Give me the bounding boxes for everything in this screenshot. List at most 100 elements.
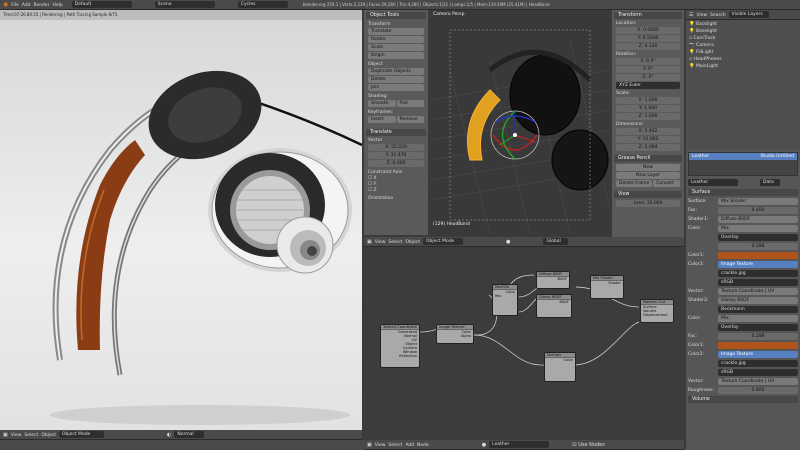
- color1b-swatch[interactable]: [718, 342, 798, 349]
- menu-select[interactable]: Select: [24, 432, 38, 438]
- axis-z-checkbox[interactable]: ☐ Z: [368, 188, 424, 193]
- new-layer-button[interactable]: New Layer: [616, 172, 680, 179]
- surface-header[interactable]: Surface: [688, 189, 798, 196]
- volume-header[interactable]: Volume: [688, 396, 798, 403]
- mode-selector[interactable]: Object Mode: [58, 431, 104, 438]
- node-editor[interactable]: Texture Coordinate Generated Normal UV O…: [364, 247, 684, 440]
- outliner-item[interactable]: 📷 Camera: [689, 43, 797, 50]
- layout-selector[interactable]: Default: [71, 1, 132, 8]
- outliner-item[interactable]: ▫ HeadPhones: [689, 57, 797, 64]
- node-image-texture[interactable]: Image Texture Color Alpha: [436, 324, 474, 344]
- render-view[interactable]: Time:07:26.80.55 | Rendering | Path Trac…: [0, 10, 362, 440]
- node-menu-node[interactable]: Node: [417, 442, 429, 448]
- location-x-field[interactable]: X: 0.0000: [616, 27, 680, 34]
- node-editor-type-icon[interactable]: ▣: [367, 442, 372, 448]
- location-y-field[interactable]: Y: 0.5000: [616, 35, 680, 42]
- delete-frame-button[interactable]: Delete Frame: [616, 180, 653, 187]
- translate-button[interactable]: Translate: [368, 28, 424, 35]
- colorspace2-selector[interactable]: sRGB: [718, 369, 798, 376]
- outliner-item[interactable]: 💡 Backlight: [689, 22, 797, 29]
- viewport-menu-object[interactable]: Object: [405, 239, 420, 245]
- color-mix-selector[interactable]: Mix: [718, 225, 798, 232]
- vector-z-field[interactable]: Z: 0.000: [368, 160, 424, 167]
- menu-add[interactable]: Add: [22, 2, 31, 8]
- distribution-selector[interactable]: Beckmann: [718, 306, 798, 313]
- vector-x-field[interactable]: X: 55.029: [368, 144, 424, 151]
- image-file2-selector[interactable]: crackle.jpg: [718, 360, 798, 367]
- node-mix-shader[interactable]: Mix Shader Shader: [590, 275, 624, 299]
- transform-header[interactable]: Transform: [614, 12, 682, 19]
- rotation-z-field[interactable]: Z: 0°: [616, 74, 680, 81]
- outliner-filter[interactable]: Visible Layers: [728, 11, 769, 18]
- node-menu-select[interactable]: Select: [388, 442, 402, 448]
- tex-coord2-selector[interactable]: Texture Coordinate | UV: [718, 378, 798, 385]
- outliner-menu-view[interactable]: View: [696, 12, 707, 18]
- viewport-editor-type-icon[interactable]: ▣: [367, 239, 372, 245]
- duplicate-button[interactable]: Duplicate Objects: [368, 68, 424, 75]
- flat-button[interactable]: Flat: [396, 100, 424, 107]
- color3-mix-selector[interactable]: Mix: [718, 315, 798, 322]
- fac-field[interactable]: 0.400: [718, 207, 798, 214]
- rotation-x-field[interactable]: X: 6.9°: [616, 58, 680, 65]
- outliner-type-icon[interactable]: ☰: [689, 12, 693, 18]
- rotation-mode-selector[interactable]: XYZ Euler: [616, 82, 680, 89]
- node-diffuse-bsdf[interactable]: Diffuse BSDF BSDF: [536, 271, 570, 289]
- insert-key-button[interactable]: Insert: [368, 116, 396, 123]
- grease-pencil-header[interactable]: Grease Pencil: [614, 155, 682, 162]
- image-file-selector[interactable]: crackle.jpg: [718, 270, 798, 277]
- dimension-y-field[interactable]: Y: 10.062: [616, 136, 680, 143]
- node-texture-coordinate[interactable]: Texture Coordinate Generated Normal UV O…: [380, 324, 420, 368]
- menu-object[interactable]: Object: [41, 432, 56, 438]
- blend-selector[interactable]: Overlay: [718, 234, 798, 241]
- outliner-item[interactable]: 💡 Baselight: [689, 29, 797, 36]
- tex-coord-selector[interactable]: Texture Coordinate | UV: [718, 288, 798, 295]
- axis-x-checkbox[interactable]: ☐ X: [368, 176, 424, 181]
- editor-type-icon[interactable]: ▣: [3, 432, 8, 438]
- color2b-image-texture[interactable]: Image Texture: [718, 351, 798, 358]
- shading-normal-selector[interactable]: Normal: [174, 431, 205, 438]
- outliner-item[interactable]: 💡 MainLight: [689, 64, 797, 71]
- material-name-field[interactable]: Leather: [688, 179, 738, 186]
- node-multiply[interactable]: Multiply Color: [544, 352, 576, 382]
- material-slot-row[interactable]: Leather Studio Untitled: [689, 153, 797, 160]
- node-material-output[interactable]: Material Out Surface Volume Displacement: [640, 299, 674, 323]
- delete-button[interactable]: Delete: [368, 76, 424, 83]
- smooth-button[interactable]: Smooth: [368, 100, 396, 107]
- menu-view[interactable]: View: [11, 432, 22, 438]
- dimension-z-field[interactable]: Z: 2.084: [616, 144, 680, 151]
- location-z-field[interactable]: Z: 4.120: [616, 43, 680, 50]
- rotation-y-field[interactable]: Y: 9°: [616, 66, 680, 73]
- shading-solid-icon[interactable]: ◐: [167, 432, 171, 438]
- lens-field[interactable]: Lens: 35.000: [616, 200, 680, 207]
- outliner-item[interactable]: ▫ CamTrack: [689, 36, 797, 43]
- viewport-shading-icon[interactable]: ●: [506, 239, 510, 245]
- remove-key-button[interactable]: Remove: [396, 116, 424, 123]
- join-button[interactable]: Join: [368, 84, 424, 91]
- node-material-selector[interactable]: Leather: [489, 441, 550, 448]
- color1-swatch[interactable]: [718, 252, 798, 259]
- viewport-menu-select[interactable]: Select: [388, 239, 402, 245]
- node-menu-add[interactable]: Add: [405, 442, 414, 448]
- menu-render[interactable]: Render: [34, 2, 50, 8]
- node-glossy-bsdf[interactable]: Glossy BSDF BSDF: [536, 294, 572, 318]
- convert-button[interactable]: Convert: [653, 180, 680, 187]
- axis-y-checkbox[interactable]: ☐ Y: [368, 182, 424, 187]
- origin-button[interactable]: Origin: [368, 52, 424, 59]
- fac3-field[interactable]: 0.288: [718, 333, 798, 340]
- grease-new-button[interactable]: New: [616, 164, 680, 171]
- blender-logo-icon[interactable]: ◉: [3, 1, 8, 8]
- menu-help[interactable]: Help: [53, 2, 63, 8]
- scale-button[interactable]: Scale: [368, 44, 424, 51]
- outliner-menu-search[interactable]: Search: [710, 12, 725, 18]
- 3d-viewport[interactable]: Camera Persp (129) HeadBand: [430, 10, 610, 235]
- shader1-selector[interactable]: Diffuse BSDF: [718, 216, 798, 223]
- node-mixrgb[interactable]: MixRGB Color Mix: [492, 284, 518, 316]
- viewport-mode-selector[interactable]: Object Mode: [422, 238, 463, 245]
- scale-z-field[interactable]: Z: 1.000: [616, 113, 680, 120]
- fac2-field[interactable]: 0.288: [718, 243, 798, 250]
- colorspace-selector[interactable]: sRGB: [718, 279, 798, 286]
- engine-selector[interactable]: Cycles: [237, 1, 288, 8]
- menu-file[interactable]: File: [11, 2, 19, 8]
- blend2-selector[interactable]: Overlay: [718, 324, 798, 331]
- viewport-menu-view[interactable]: View: [375, 239, 386, 245]
